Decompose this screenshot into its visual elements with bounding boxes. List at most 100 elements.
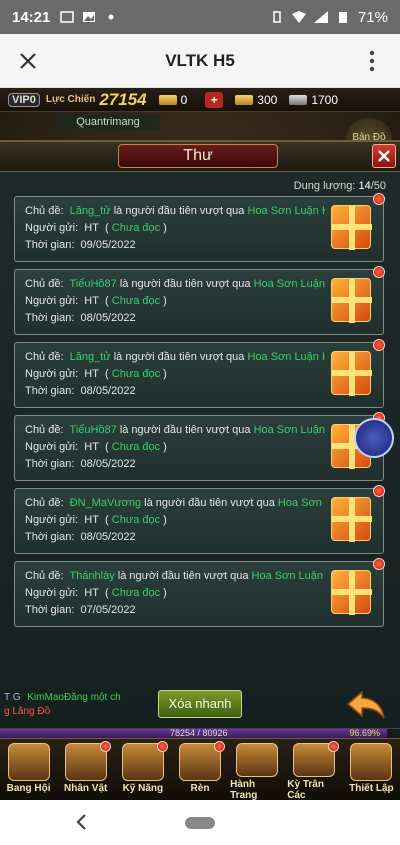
mail-time: Thời gian: 08/05/2022	[25, 458, 136, 470]
bottom-menu-item[interactable]: Hành Trang	[230, 739, 284, 800]
back-button[interactable]	[346, 688, 386, 720]
chat-line: T G KimMaoĐăng một ch	[4, 692, 121, 703]
mail-panel: Thư Dung lượng: 14/50 Chủ đề: Lăng_tử là…	[0, 140, 400, 734]
gamepad-icon[interactable]	[354, 418, 394, 458]
notification-icon	[60, 11, 75, 23]
unread-dot	[373, 266, 385, 278]
power-value: 27154	[99, 89, 147, 109]
player-name-tag: Quantrimang	[56, 114, 160, 130]
mail-subject: Chủ đề: Lăng_tử là người đầu tiên vượt q…	[25, 205, 325, 217]
dot-icon	[108, 14, 114, 20]
ingot-icon	[235, 94, 254, 105]
mail-sender: Người gửi: HT ( Chưa đọc )	[25, 587, 167, 599]
chat-line-2: g Lăng Đồ	[4, 706, 51, 717]
mail-time: Thời gian: 08/05/2022	[25, 385, 136, 397]
exp-percent: 96.69%	[349, 728, 380, 738]
battery-icon	[338, 12, 347, 23]
notification-dot	[156, 741, 168, 752]
menu-item-icon	[236, 743, 279, 777]
bottom-menu-item[interactable]: Thiết Lập	[344, 739, 398, 800]
exp-text: 78254 / 80926	[170, 728, 228, 738]
menu-item-label: Nhân Vật	[64, 783, 108, 794]
notification-dot	[328, 741, 340, 752]
gold-ingot-icon	[158, 94, 177, 105]
android-nav-bar	[0, 800, 400, 845]
exp-bar: 78254 / 80926 96.69%	[0, 728, 400, 738]
close-icon	[378, 150, 390, 162]
gift-icon[interactable]	[331, 205, 372, 250]
menu-item-label: Kỳ Trân Các	[287, 779, 324, 800]
mail-time: Thời gian: 08/05/2022	[25, 312, 136, 324]
menu-item-label: Rèn	[190, 783, 210, 794]
more-vert-icon	[369, 50, 375, 71]
close-icon	[20, 52, 36, 69]
mail-subject: Chủ đề: Lăng_tử là người đầu tiên vượt q…	[25, 351, 325, 363]
menu-item-label: Kỹ Năng	[122, 783, 164, 794]
mail-item[interactable]: Chủ đề: ĐN_MaVương là người đầu tiên vượ…	[14, 485, 385, 554]
mail-item[interactable]: Chủ đề: Thánhlày là người đầu tiên vượt …	[14, 558, 385, 627]
browser-title: VLTK H5	[165, 50, 235, 70]
mail-subject: Chủ đề: Thánhlày là người đầu tiên vượt …	[25, 570, 325, 582]
gift-icon[interactable]	[331, 278, 372, 323]
mail-sender: Người gửi: HT ( Chưa đọc )	[25, 368, 167, 380]
battery-level: 71%	[357, 8, 388, 26]
gift-icon[interactable]	[331, 351, 372, 396]
mail-item[interactable]: Chủ đề: TiểuHồ87 là người đầu tiên vượt …	[14, 412, 385, 481]
panel-title-bar: Thư	[0, 142, 400, 172]
unread-dot	[373, 558, 385, 570]
unread-dot	[373, 193, 385, 205]
bottom-menu-item[interactable]: Nhân Vật	[59, 739, 113, 800]
game-resource-bar: VIP0 Lực Chiến 27154 0 + 300 1700	[0, 88, 400, 112]
menu-item-icon	[7, 743, 50, 781]
ingot-resource: 300	[235, 93, 277, 107]
menu-item-label: Bang Hội	[6, 783, 51, 794]
mail-item[interactable]: Chủ đề: Lăng_tử là người đầu tiên vượt q…	[14, 339, 385, 408]
game-viewport: VIP0 Lực Chiến 27154 0 + 300 1700 Quantr…	[0, 88, 400, 800]
mail-subject: Chủ đề: TiểuHồ87 là người đầu tiên vượt …	[25, 424, 325, 436]
quick-delete-button[interactable]: Xóa nhanh	[158, 690, 242, 718]
unread-dot	[373, 485, 385, 497]
bottom-menu-item[interactable]: Kỹ Năng	[116, 739, 170, 800]
menu-item-label: Hành Trang	[230, 779, 258, 800]
mail-time: Thời gian: 08/05/2022	[25, 531, 136, 543]
recharge-button[interactable]: +	[205, 91, 224, 108]
mail-item[interactable]: Chủ đề: Lăng_tử là người đầu tiên vượt q…	[14, 193, 385, 262]
bottom-menu-item[interactable]: Bang Hội	[2, 739, 56, 800]
vip-badge[interactable]: VIP0	[8, 92, 40, 107]
vibrate-icon	[273, 11, 281, 23]
gift-icon[interactable]	[331, 570, 372, 615]
signal-icon	[313, 11, 328, 23]
browser-header: VLTK H5	[0, 34, 400, 88]
bottom-menu-item[interactable]: Kỳ Trân Các	[287, 739, 341, 800]
mail-subject: Chủ đề: TiểuHồ87 là người đầu tiên vượt …	[25, 278, 325, 290]
silver-icon	[289, 94, 308, 105]
status-time: 14:21	[12, 8, 51, 26]
mail-list: Chủ đề: Lăng_tử là người đầu tiên vượt q…	[14, 193, 386, 634]
power-label: Lực Chiến	[45, 94, 96, 105]
mail-item[interactable]: Chủ đề: TiểuHồ87 là người đầu tiên vượt …	[14, 266, 385, 335]
wifi-icon	[291, 11, 306, 23]
mail-time: Thời gian: 09/05/2022	[25, 239, 136, 251]
mail-sender: Người gửi: HT ( Chưa đọc )	[25, 295, 167, 307]
mail-capacity: Dung lượng: 14/50	[293, 180, 386, 192]
gold-resource: 0	[158, 93, 187, 107]
nav-back-icon[interactable]	[72, 812, 92, 832]
bottom-menu: Bang Hội Nhân Vật Kỹ Năng Rèn Hành Trang…	[0, 738, 400, 800]
image-icon	[83, 12, 96, 22]
mail-sender: Người gửi: HT ( Chưa đọc )	[25, 441, 167, 453]
silver-resource: 1700	[289, 93, 338, 107]
mail-sender: Người gửi: HT ( Chưa đọc )	[25, 222, 167, 234]
close-button[interactable]	[0, 34, 56, 88]
panel-close-button[interactable]	[372, 144, 396, 168]
menu-item-icon	[350, 743, 393, 781]
panel-title: Thư	[118, 144, 278, 168]
mail-time: Thời gian: 07/05/2022	[25, 604, 136, 616]
more-options-button[interactable]	[344, 34, 400, 88]
nav-home-button[interactable]	[185, 816, 215, 829]
gift-icon[interactable]	[331, 497, 372, 542]
mail-subject: Chủ đề: ĐN_MaVương là người đầu tiên vượ…	[25, 497, 325, 509]
back-arrow-icon	[346, 690, 385, 719]
notification-dot	[213, 741, 225, 752]
bottom-menu-item[interactable]: Rèn	[173, 739, 227, 800]
menu-item-label: Thiết Lập	[349, 783, 394, 794]
